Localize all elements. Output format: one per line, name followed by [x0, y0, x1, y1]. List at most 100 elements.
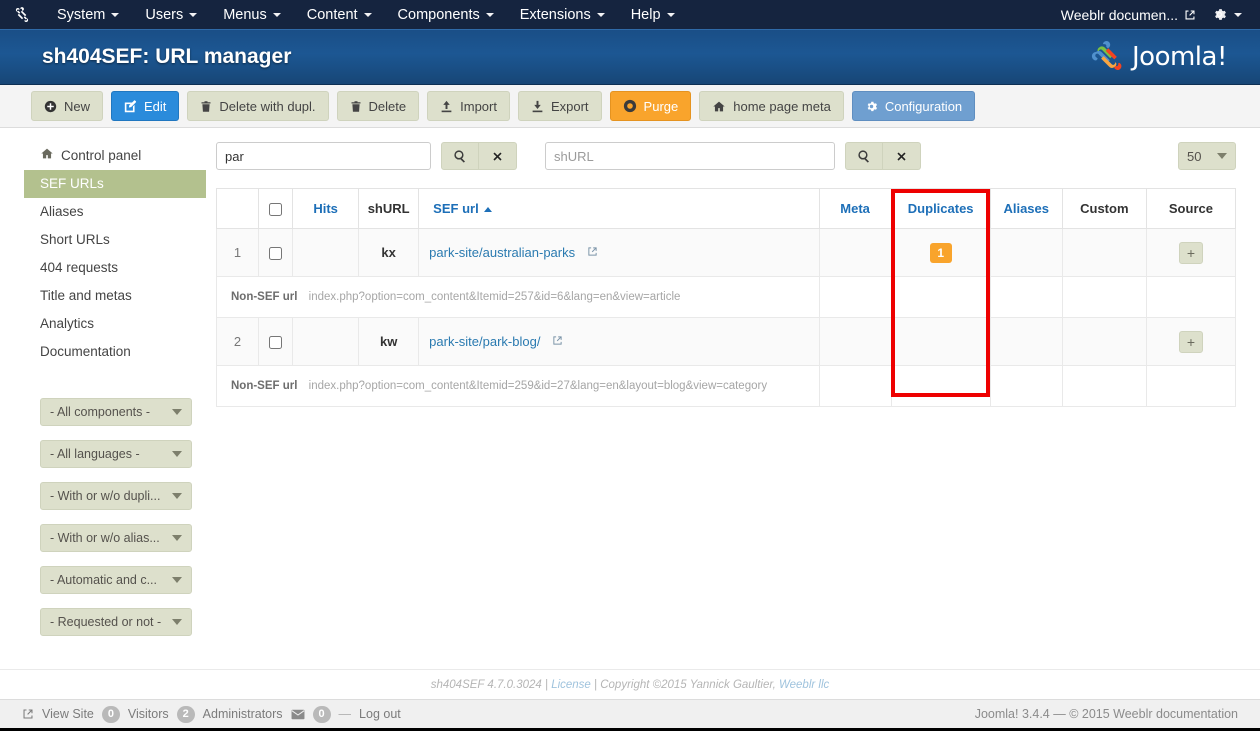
duplicates-badge[interactable]: 1 — [929, 242, 952, 263]
col-sef-url[interactable]: SEF url — [418, 188, 820, 229]
chevron-down-icon — [363, 12, 372, 17]
nonsef-filler — [818, 365, 892, 407]
edit-button[interactable]: Edit — [111, 91, 180, 121]
import-button[interactable]: Import — [427, 91, 510, 121]
chevron-down-icon — [172, 451, 182, 457]
configuration-button[interactable]: Configuration — [851, 91, 976, 121]
row-sef-url-cell: park-site/park-blog/ — [418, 317, 820, 366]
site-name-link[interactable]: Weeblr documen... — [1051, 7, 1206, 23]
row-checkbox[interactable] — [269, 336, 283, 350]
button-label: Delete with dupl. — [219, 98, 316, 114]
search-submit-button[interactable] — [441, 142, 479, 170]
sidebar-item-documentation[interactable]: Documentation — [24, 338, 206, 366]
col-meta[interactable]: Meta — [818, 188, 892, 229]
nonsef-filler — [989, 365, 1063, 407]
col-select-all[interactable] — [258, 188, 294, 229]
col-shurl[interactable]: shURL — [358, 188, 420, 229]
menu-item-content[interactable]: Content — [294, 0, 385, 29]
sidebar-item-404-requests[interactable]: 404 requests — [24, 254, 206, 282]
menu-item-help[interactable]: Help — [618, 0, 688, 29]
filter-select-label: - Automatic and c... — [50, 573, 157, 587]
menu-item-system[interactable]: System — [44, 0, 132, 29]
search-input[interactable] — [216, 142, 431, 170]
button-label: Purge — [643, 98, 679, 114]
filter-languages-select[interactable]: - All languages - — [40, 440, 192, 468]
shurl-search-button[interactable] — [845, 142, 883, 170]
menu-item-extensions[interactable]: Extensions — [507, 0, 618, 29]
list-limit-select[interactable]: 50 — [1178, 142, 1236, 170]
license-link[interactable]: License — [551, 679, 591, 691]
button-label: New — [64, 98, 91, 114]
row-select-cell[interactable] — [258, 228, 294, 277]
new-button[interactable]: New — [31, 91, 104, 121]
envelope-icon[interactable] — [291, 709, 305, 720]
menu-item-menus[interactable]: Menus — [210, 0, 294, 29]
sidebar-item-aliases[interactable]: Aliases — [24, 198, 206, 226]
delete-button[interactable]: Delete — [336, 91, 420, 121]
col-source[interactable]: Source — [1145, 188, 1237, 229]
home-icon — [712, 100, 726, 113]
col-aliases[interactable]: Aliases — [989, 188, 1063, 229]
menu-item-components[interactable]: Components — [385, 0, 507, 29]
col-duplicates[interactable]: Duplicates — [890, 188, 991, 229]
admin-top-bar: System Users Menus Content Components Ex… — [0, 0, 1260, 29]
nonsef-filler — [818, 276, 892, 318]
nonsef-label: Non-SEF url — [231, 291, 298, 303]
nonsef-filler — [890, 276, 991, 318]
filter-duplicates-select[interactable]: - With or w/o dupli... — [40, 482, 192, 510]
main-content: Control panel SEF URLs Aliases Short URL… — [0, 128, 1260, 669]
user-settings-menu[interactable] — [1206, 7, 1254, 22]
select-all-checkbox[interactable] — [269, 203, 283, 217]
joomla-version-text: Joomla! 3.4.4 — © 2015 Weeblr documentat… — [974, 707, 1238, 721]
export-button[interactable]: Export — [517, 91, 602, 121]
external-link-icon[interactable] — [552, 336, 563, 349]
shurl-clear-button[interactable] — [883, 142, 921, 170]
sidebar-item-sef-urls[interactable]: SEF URLs — [24, 170, 206, 198]
row-sef-url-link[interactable]: park-site/park-blog/ — [429, 334, 540, 349]
shurl-input[interactable] — [545, 142, 835, 170]
col-hits[interactable]: Hits — [292, 188, 360, 229]
row-sef-url-link[interactable]: park-site/australian-parks — [429, 245, 575, 260]
page-title: sh404SEF: URL manager — [42, 45, 292, 68]
filter-components-select[interactable]: - All components - — [40, 398, 192, 426]
menu-item-users[interactable]: Users — [132, 0, 210, 29]
search-filter-bar — [216, 142, 1236, 172]
nonsef-filler — [890, 365, 991, 407]
nonsef-value: index.php?option=com_content&Itemid=259&… — [308, 380, 768, 392]
external-link-icon[interactable] — [587, 247, 598, 260]
upload-icon — [440, 100, 453, 113]
add-source-button[interactable]: + — [1178, 330, 1203, 353]
view-site-link[interactable]: View Site — [42, 707, 94, 721]
sidebar-item-control-panel[interactable]: Control panel — [24, 142, 206, 170]
sidebar-nav: Control panel SEF URLs Aliases Short URL… — [24, 142, 206, 366]
home-page-meta-button[interactable]: home page meta — [699, 91, 844, 121]
sidebar-item-analytics[interactable]: Analytics — [24, 310, 206, 338]
magnifier-icon — [454, 150, 465, 163]
filter-requested-select[interactable]: - Requested or not - — [40, 608, 192, 636]
sidebar-item-title-and-metas[interactable]: Title and metas — [24, 282, 206, 310]
col-custom[interactable]: Custom — [1061, 188, 1147, 229]
purge-button[interactable]: Purge — [609, 91, 692, 121]
status-bar: View Site 0 Visitors 2 Administrators 0 … — [0, 699, 1260, 728]
delete-with-dupl-button[interactable]: Delete with dupl. — [187, 91, 329, 121]
filter-automatic-select[interactable]: - Automatic and c... — [40, 566, 192, 594]
joomla-brand-icon[interactable] — [0, 0, 44, 29]
component-footer: sh404SEF 4.7.0.3024 | License | Copyrigh… — [0, 669, 1260, 699]
logout-link[interactable]: Log out — [359, 707, 401, 721]
site-name-label: Weeblr documen... — [1060, 6, 1178, 23]
messages-count-badge: 0 — [312, 705, 331, 723]
row-checkbox[interactable] — [269, 247, 283, 261]
row-select-cell[interactable] — [258, 317, 294, 366]
search-clear-button[interactable] — [479, 142, 517, 170]
filter-aliases-select[interactable]: - With or w/o alias... — [40, 524, 192, 552]
administrators-label: Administrators — [202, 707, 283, 721]
sidebar-item-short-urls[interactable]: Short URLs — [24, 226, 206, 254]
status-bar-left: View Site 0 Visitors 2 Administrators 0 … — [22, 705, 401, 723]
sidebar-item-label: Control panel — [61, 148, 142, 163]
row-source: + — [1145, 317, 1237, 366]
add-source-button[interactable]: + — [1178, 241, 1203, 264]
company-link[interactable]: Weeblr llc — [779, 679, 829, 691]
row-aliases — [989, 228, 1063, 277]
table-row: 2 kw park-site/park-blog/ + — [215, 317, 1237, 366]
magnifier-icon — [858, 150, 869, 163]
